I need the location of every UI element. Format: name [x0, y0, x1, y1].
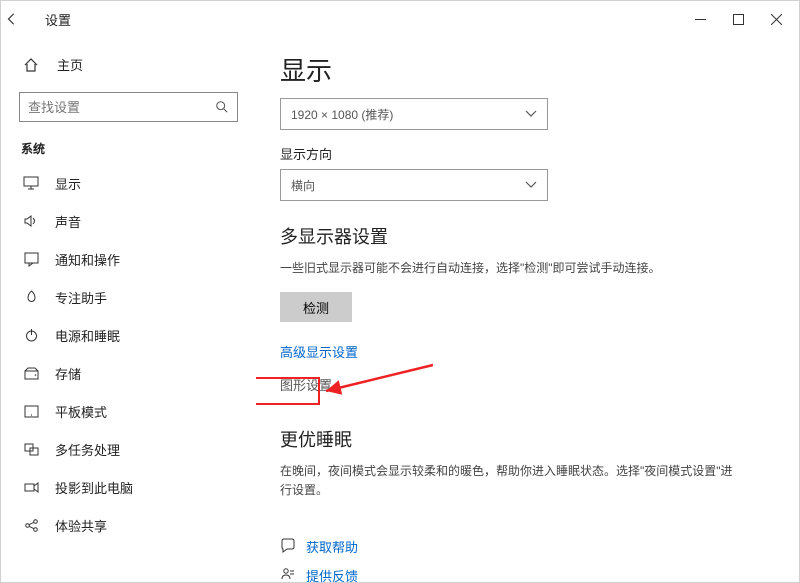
project-icon — [21, 481, 41, 494]
sidebar: 主页 系统 显示 声音 通知和操作 — [1, 37, 256, 582]
orientation-dropdown[interactable]: 横向 — [280, 169, 548, 201]
sidebar-item-sound[interactable]: 声音 — [19, 203, 238, 239]
close-button[interactable] — [757, 4, 795, 34]
titlebar: 设置 — [1, 1, 799, 37]
sidebar-item-tablet[interactable]: 平板模式 — [19, 393, 238, 429]
minimize-button[interactable] — [681, 4, 719, 34]
sidebar-item-label: 专注助手 — [55, 288, 107, 307]
multitask-icon — [21, 443, 41, 456]
multi-display-desc: 一些旧式显示器可能不会进行自动连接，选择"检测"即可尝试手动连接。 — [280, 259, 740, 278]
page-title: 显示 — [280, 51, 775, 88]
sidebar-item-power[interactable]: 电源和睡眠 — [19, 317, 238, 353]
chevron-down-icon — [525, 181, 537, 189]
sidebar-item-focus[interactable]: 专注助手 — [19, 279, 238, 315]
sidebar-item-label: 声音 — [55, 212, 81, 231]
sidebar-item-label: 平板模式 — [55, 402, 107, 421]
focus-icon — [21, 290, 41, 305]
sidebar-item-label: 多任务处理 — [55, 440, 120, 459]
sidebar-item-label: 存储 — [55, 364, 81, 383]
search-icon[interactable] — [215, 100, 229, 114]
sidebar-item-label: 体验共享 — [55, 516, 107, 535]
multi-display-heading: 多显示器设置 — [280, 223, 775, 249]
feedback-label: 提供反馈 — [306, 566, 358, 582]
back-button[interactable] — [5, 12, 37, 26]
sidebar-item-notifications[interactable]: 通知和操作 — [19, 241, 238, 277]
sidebar-item-label: 通知和操作 — [55, 250, 120, 269]
sleep-desc: 在晚间，夜间模式会显示较柔和的暖色，帮助你进入睡眠状态。选择"夜间模式设置"进行… — [280, 462, 740, 500]
search-input[interactable] — [28, 100, 215, 115]
sidebar-item-multitask[interactable]: 多任务处理 — [19, 431, 238, 467]
chevron-down-icon — [525, 110, 537, 118]
sidebar-item-project[interactable]: 投影到此电脑 — [19, 469, 238, 505]
feedback-link[interactable]: 提供反馈 — [280, 566, 775, 582]
maximize-button[interactable] — [719, 4, 757, 34]
share-icon — [21, 518, 41, 533]
resolution-dropdown[interactable]: 1920 × 1080 (推荐) — [280, 98, 548, 130]
home-label: 主页 — [57, 55, 83, 74]
sidebar-item-label: 显示 — [55, 174, 81, 193]
sound-icon — [21, 214, 41, 228]
search-input-container[interactable] — [19, 92, 238, 122]
window-title: 设置 — [37, 10, 71, 29]
sleep-heading: 更优睡眠 — [280, 426, 775, 452]
help-icon — [280, 538, 296, 554]
sidebar-item-storage[interactable]: 存储 — [19, 355, 238, 391]
home-icon — [23, 57, 43, 73]
help-label: 获取帮助 — [306, 537, 358, 556]
orientation-value: 横向 — [291, 177, 315, 194]
feedback-icon — [280, 567, 296, 582]
section-heading: 系统 — [19, 140, 238, 157]
advanced-display-link[interactable]: 高级显示设置 — [280, 342, 358, 361]
notifications-icon — [21, 252, 41, 267]
sidebar-item-share[interactable]: 体验共享 — [19, 507, 238, 543]
storage-icon — [21, 367, 41, 380]
power-icon — [21, 328, 41, 343]
sidebar-item-label: 投影到此电脑 — [55, 478, 133, 497]
sidebar-item-display[interactable]: 显示 — [19, 165, 238, 201]
display-icon — [21, 176, 41, 190]
orientation-label: 显示方向 — [280, 144, 775, 163]
content-pane: 显示 1920 × 1080 (推荐) 显示方向 横向 多显示器设置 一些旧式显… — [256, 37, 799, 582]
detect-button[interactable]: 检测 — [280, 292, 352, 322]
graphics-settings-link[interactable]: 图形设置 — [280, 375, 332, 394]
tablet-icon — [21, 405, 41, 418]
sidebar-item-label: 电源和睡眠 — [55, 326, 120, 345]
home-nav[interactable]: 主页 — [19, 47, 238, 82]
nav-list: 显示 声音 通知和操作 专注助手 电源和睡眠 — [19, 165, 238, 543]
resolution-value: 1920 × 1080 (推荐) — [291, 106, 393, 123]
get-help-link[interactable]: 获取帮助 — [280, 537, 775, 556]
